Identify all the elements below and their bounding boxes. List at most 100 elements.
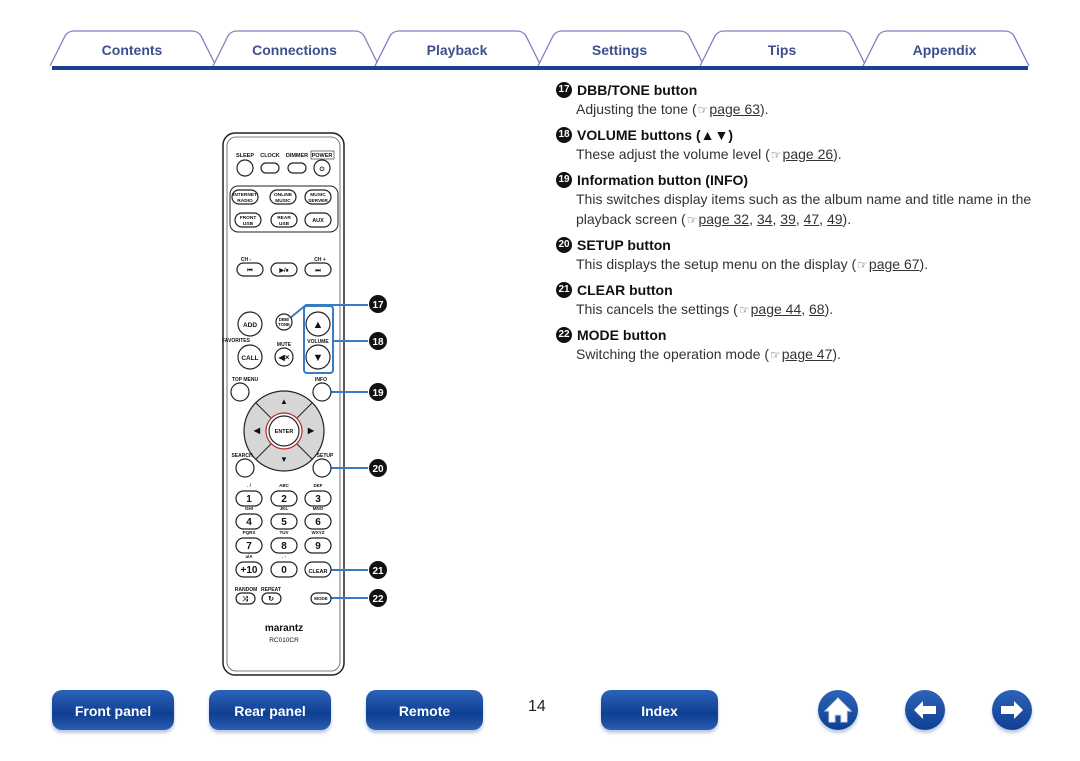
enter-label: ENTER [275, 429, 294, 435]
item-text-end: ). [842, 211, 852, 227]
key-label: +10 [241, 565, 258, 576]
sleep-button[interactable] [236, 159, 254, 177]
volume-up-icon: ▲ [313, 319, 324, 331]
item-text: This displays the setup menu on the disp… [576, 256, 857, 272]
key-sublabel: PQRS [243, 530, 256, 535]
item-text-end: ). [919, 256, 929, 272]
transport-icon: ⏮ [247, 268, 253, 274]
search-button[interactable] [235, 458, 255, 478]
item-text: Adjusting the tone ( [576, 101, 697, 117]
description-item: 22 MODE button Switching the operation mod… [556, 325, 1036, 365]
page-link[interactable]: page 67 [869, 256, 920, 272]
front-panel-button[interactable]: Front panel [52, 690, 174, 730]
volume-down-icon: ▼ [313, 352, 324, 364]
setup-button[interactable] [312, 458, 332, 478]
callout-number: 19 [372, 388, 384, 399]
page-link[interactable]: 47 [804, 211, 820, 227]
mute-label: MUTE [277, 342, 292, 348]
item-title: VOLUME buttons (▲▼) [577, 126, 734, 143]
dpad-right-icon: ▶ [307, 426, 315, 435]
page-link[interactable]: page 63 [709, 101, 760, 117]
key-label: 0 [281, 565, 287, 576]
source-label: USB [279, 221, 290, 227]
callout-number: 21 [372, 566, 384, 577]
repeat-icon: ↻ [268, 596, 274, 603]
label-sleep: SLEEP [236, 153, 254, 159]
item-text: Switching the operation mode ( [576, 346, 769, 362]
key-label: 3 [315, 494, 321, 505]
back-button[interactable] [905, 690, 945, 730]
page-ref-icon: ☞ [857, 258, 868, 272]
arrow-right-icon [1001, 701, 1023, 719]
volume-label: VOLUME [307, 339, 329, 345]
item-number: 18 [556, 126, 572, 143]
top-menu-button[interactable] [230, 382, 250, 402]
clock-button[interactable] [260, 162, 280, 174]
home-button[interactable] [818, 690, 858, 730]
favorites-label: FAVORITES [222, 338, 251, 344]
brand-logo: marantz [265, 623, 303, 634]
label-power: POWER [312, 153, 333, 159]
forward-button[interactable] [992, 690, 1032, 730]
index-button[interactable]: Index [601, 690, 718, 730]
rear-panel-button[interactable]: Rear panel [209, 690, 331, 730]
key-sublabel: GHI [245, 506, 253, 511]
dpad-down-icon: ▼ [280, 455, 288, 464]
key-sublabel: WXYZ [312, 530, 325, 535]
key-label: CLEAR [309, 569, 328, 575]
page-ref-icon: ☞ [686, 213, 698, 227]
item-number: 22 [556, 326, 572, 343]
item-text-end: ). [832, 346, 841, 362]
source-label: INTERNET [233, 192, 257, 198]
search-label: SEARCH [231, 453, 253, 459]
power-icon: ⏻ [320, 166, 325, 173]
callout-number: 20 [372, 464, 384, 475]
item-text-end: ). [760, 101, 769, 117]
key-label: 9 [315, 541, 321, 552]
page-link[interactable]: 39 [780, 211, 796, 227]
source-label: FRONT [240, 215, 257, 221]
item-title: MODE button [577, 326, 667, 343]
key-sublabel: ABC [279, 483, 289, 488]
callout-number: 17 [372, 300, 384, 311]
key-sublabel: JKL [280, 506, 289, 511]
page-link[interactable]: page 26 [783, 146, 834, 162]
description-item: 17 DBB/TONE button Adjusting the tone (☞pa… [556, 80, 1036, 120]
arrow-left-icon [914, 701, 936, 719]
source-label: SERVER [308, 198, 328, 204]
description-item: 20 SETUP button This displays the setup me… [556, 235, 1036, 275]
label-dimmer: DIMMER [286, 153, 308, 159]
page-link[interactable]: page 32 [698, 211, 749, 227]
item-text-end: ). [824, 301, 834, 317]
info-button[interactable] [312, 382, 332, 402]
setup-label: SETUP [317, 453, 334, 459]
page-ref-icon: ☞ [697, 103, 709, 117]
description-item: 19 Information button (INFO) This switches… [556, 170, 1036, 230]
key-label: 7 [246, 541, 252, 552]
remote-button[interactable]: Remote [366, 690, 483, 730]
tone-label: TONE [278, 322, 290, 327]
item-title: CLEAR button [577, 281, 673, 298]
source-label: MUSIC [310, 192, 326, 198]
source-label: REAR [277, 215, 291, 221]
dimmer-button[interactable] [287, 162, 307, 174]
mute-icon: ◀× [278, 353, 290, 362]
source-label: USB [243, 221, 254, 227]
page-link[interactable]: 68 [809, 301, 825, 317]
dpad-left-icon: ◀ [253, 426, 261, 435]
model-number: RC010CR [269, 637, 299, 644]
page-link[interactable]: 34 [757, 211, 773, 227]
home-icon [823, 697, 853, 723]
page-link[interactable]: page 44 [751, 301, 802, 317]
page-link[interactable]: 49 [827, 211, 843, 227]
key-label: 2 [281, 494, 287, 505]
item-text: These adjust the volume level ( [576, 146, 770, 162]
key-sublabel: TUV [280, 530, 289, 535]
key-label: 8 [281, 541, 287, 552]
description-item: 21 CLEAR button This cancels the settings … [556, 280, 1036, 320]
description-item: 18 VOLUME buttons (▲▼) These adjust the vo… [556, 125, 1036, 165]
page-ref-icon: ☞ [770, 348, 781, 362]
key-label: 6 [315, 517, 321, 528]
call-label: CALL [241, 355, 258, 362]
page-link[interactable]: page 47 [782, 346, 833, 362]
